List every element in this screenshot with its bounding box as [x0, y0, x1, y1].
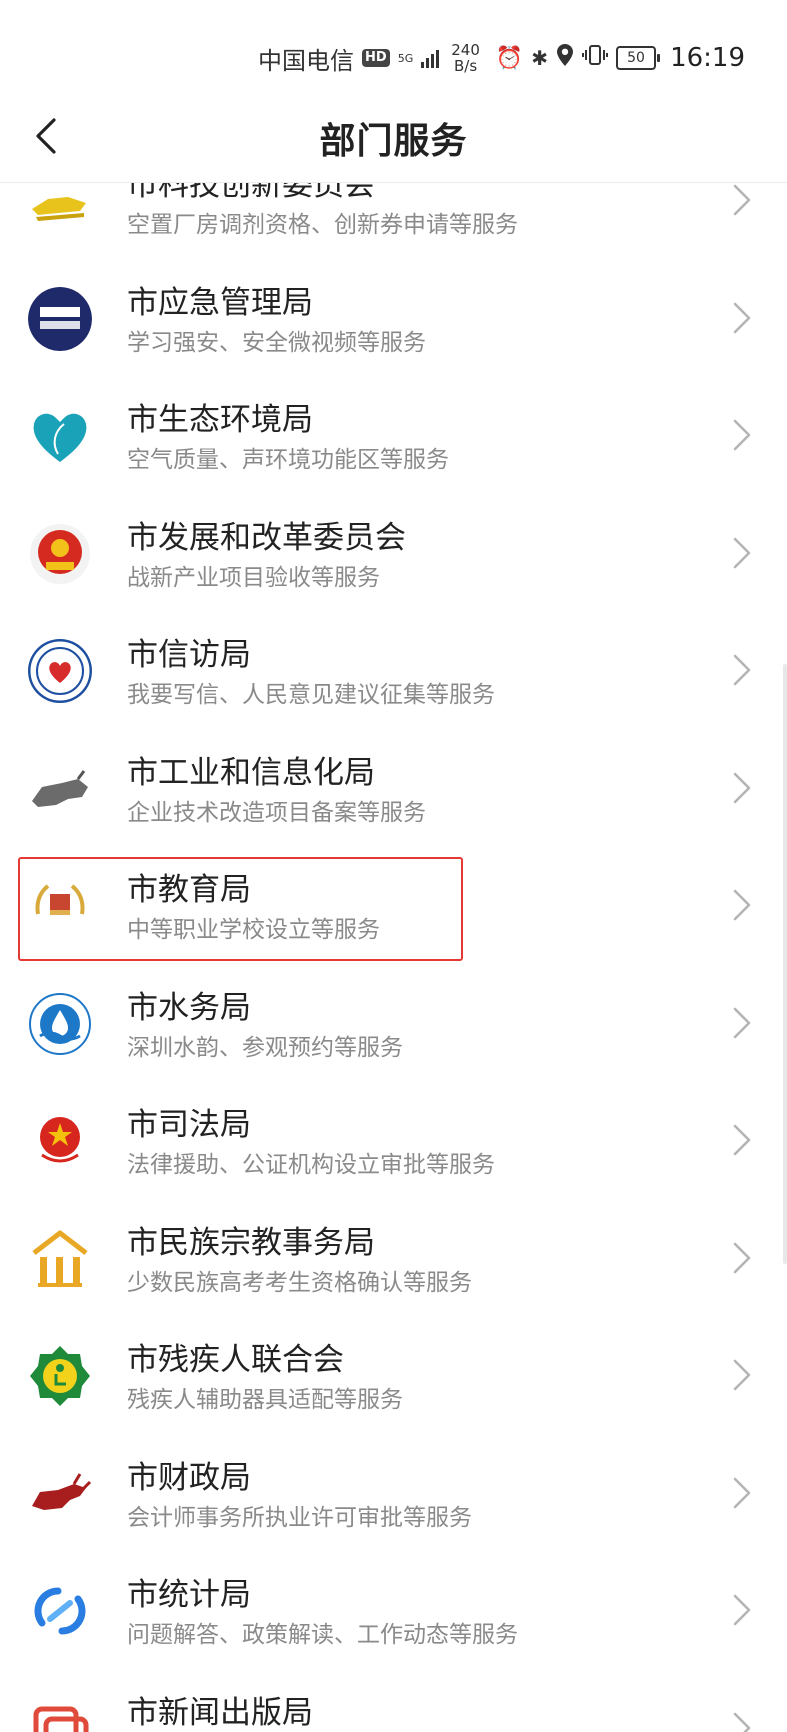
- gold-lion-logo: [28, 183, 92, 233]
- department-name: 市生态环境局: [127, 402, 313, 438]
- app-header: 部门服务: [0, 90, 787, 183]
- list-item-water[interactable]: 市水务局 深圳水韵、参观预约等服务: [0, 964, 787, 1082]
- chevron-right-icon: [733, 1712, 751, 1732]
- department-name: 市信访局: [127, 637, 251, 673]
- list-item-science-tech[interactable]: 市科技创新委员会 空置厂房调剂资格、创新券申请等服务: [0, 183, 787, 259]
- department-name: 市统计局: [127, 1577, 251, 1613]
- list-item-finance[interactable]: 市财政局 会计师事务所执业许可审批等服务: [0, 1434, 787, 1552]
- list-item-disabled-federation[interactable]: 市残疾人联合会 残疾人辅助器具适配等服务: [0, 1316, 787, 1434]
- page-title: 部门服务: [319, 121, 468, 162]
- department-name: 市财政局: [127, 1459, 251, 1496]
- list-item-education[interactable]: 市教育局 中等职业学校设立等服务: [0, 846, 787, 964]
- department-desc: 中等职业学校设立等服务: [127, 917, 380, 943]
- alarm-icon: ⏰: [495, 45, 524, 71]
- petition-logo: [28, 639, 92, 703]
- department-name: 市发展和改革委员会: [127, 519, 406, 556]
- department-name: 市应急管理局: [127, 284, 313, 321]
- list-item-petition[interactable]: 市信访局 我要写信、人民意见建议征集等服务: [0, 611, 787, 729]
- chevron-right-icon: [733, 1242, 751, 1273]
- department-desc: 问题解答、政策解读、工作动态等服务: [127, 1622, 518, 1648]
- department-name: 市司法局: [127, 1107, 251, 1143]
- signal-icon: [421, 48, 440, 68]
- heart-leaf-logo: [28, 404, 92, 468]
- red-bull-logo: [28, 1462, 92, 1526]
- water-logo: [28, 992, 92, 1056]
- department-desc: 法律援助、公证机构设立审批等服务: [127, 1152, 495, 1178]
- department-desc: 学习强安、安全微视频等服务: [127, 329, 426, 356]
- vibrate-icon: [582, 43, 609, 73]
- education-logo: [28, 874, 92, 938]
- department-desc: 深圳水韵、参观预约等服务: [127, 1034, 403, 1061]
- chevron-right-icon: [733, 1359, 751, 1391]
- list-item-press[interactable]: 市新闻出版局: [0, 1669, 787, 1732]
- clock: 16:19: [670, 43, 745, 73]
- chevron-right-icon: [733, 1007, 751, 1038]
- list-item-development-reform[interactable]: 市发展和改革委员会 战新产业项目验收等服务: [0, 494, 787, 612]
- department-list[interactable]: 市科技创新委员会 空置厂房调剂资格、创新券申请等服务 市应急管理局 学习强安、安…: [0, 183, 787, 1732]
- department-name: 市民族宗教事务局: [127, 1224, 375, 1261]
- department-name: 市新闻出版局: [127, 1694, 313, 1731]
- network-type: 5G: [397, 51, 414, 65]
- department-desc: 企业技术改造项目备案等服务: [127, 799, 426, 826]
- list-item-ethnic-religious[interactable]: 市民族宗教事务局 少数民族高考考生资格确认等服务: [0, 1199, 787, 1317]
- list-item-industry-it[interactable]: 市工业和信息化局 企业技术改造项目备案等服务: [0, 729, 787, 847]
- emergency-logo: [28, 286, 92, 351]
- statistics-logo: [28, 1579, 92, 1643]
- department-name: 市水务局: [127, 989, 251, 1026]
- bluetooth-icon: ✱: [531, 46, 549, 70]
- justice-logo: [28, 1109, 92, 1173]
- chevron-right-icon: [733, 772, 751, 803]
- network-speed: 240 B/s: [451, 42, 480, 74]
- location-icon: [556, 43, 574, 73]
- disabled-federation-logo: [28, 1344, 92, 1408]
- chevron-right-icon: [733, 889, 751, 921]
- department-desc: 会计师事务所执业许可审批等服务: [127, 1504, 472, 1531]
- status-bar-right: 中国电信 HD 5G 240 B/s ⏰ ✱ 50 16:19: [258, 38, 745, 78]
- list-item-statistics[interactable]: 市统计局 问题解答、政策解读、工作动态等服务: [0, 1551, 787, 1669]
- list-item-justice[interactable]: 市司法局 法律援助、公证机构设立审批等服务: [0, 1081, 787, 1199]
- department-name: 市残疾人联合会: [127, 1342, 344, 1378]
- chevron-right-icon: [733, 1124, 751, 1156]
- speed-unit: B/s: [453, 57, 478, 75]
- carrier-label: 中国电信: [258, 46, 355, 75]
- chevron-right-icon: [733, 1477, 751, 1508]
- department-desc: 战新产业项目验收等服务: [127, 564, 380, 591]
- department-desc: 少数民族高考考生资格确认等服务: [127, 1269, 472, 1296]
- battery-icon: 50: [616, 46, 661, 70]
- building-logo: [28, 1227, 92, 1291]
- bull-logo: [28, 757, 92, 821]
- scrollbar[interactable]: [783, 664, 787, 1264]
- chevron-right-icon: [733, 537, 751, 568]
- list-item-ecology[interactable]: 市生态环境局 空气质量、声环境功能区等服务: [0, 376, 787, 494]
- department-name: 市工业和信息化局: [127, 754, 375, 791]
- department-name: 市教育局: [127, 872, 251, 908]
- press-logo: [28, 1697, 92, 1732]
- chevron-right-icon: [733, 419, 751, 451]
- chevron-right-icon: [733, 302, 751, 333]
- department-desc: 我要写信、人民意见建议征集等服务: [127, 682, 495, 708]
- chevron-right-icon: [733, 1594, 751, 1626]
- national-emblem-logo: [28, 522, 92, 586]
- chevron-right-icon: [733, 184, 751, 216]
- department-desc: 空气质量、声环境功能区等服务: [127, 447, 449, 473]
- department-name: 市科技创新委员会: [127, 183, 375, 203]
- department-desc: 空置厂房调剂资格、创新券申请等服务: [127, 212, 518, 238]
- hd-badge: HD: [362, 49, 390, 67]
- department-desc: 残疾人辅助器具适配等服务: [127, 1387, 403, 1413]
- chevron-right-icon: [733, 654, 751, 686]
- list-item-emergency[interactable]: 市应急管理局 学习强安、安全微视频等服务: [0, 259, 787, 377]
